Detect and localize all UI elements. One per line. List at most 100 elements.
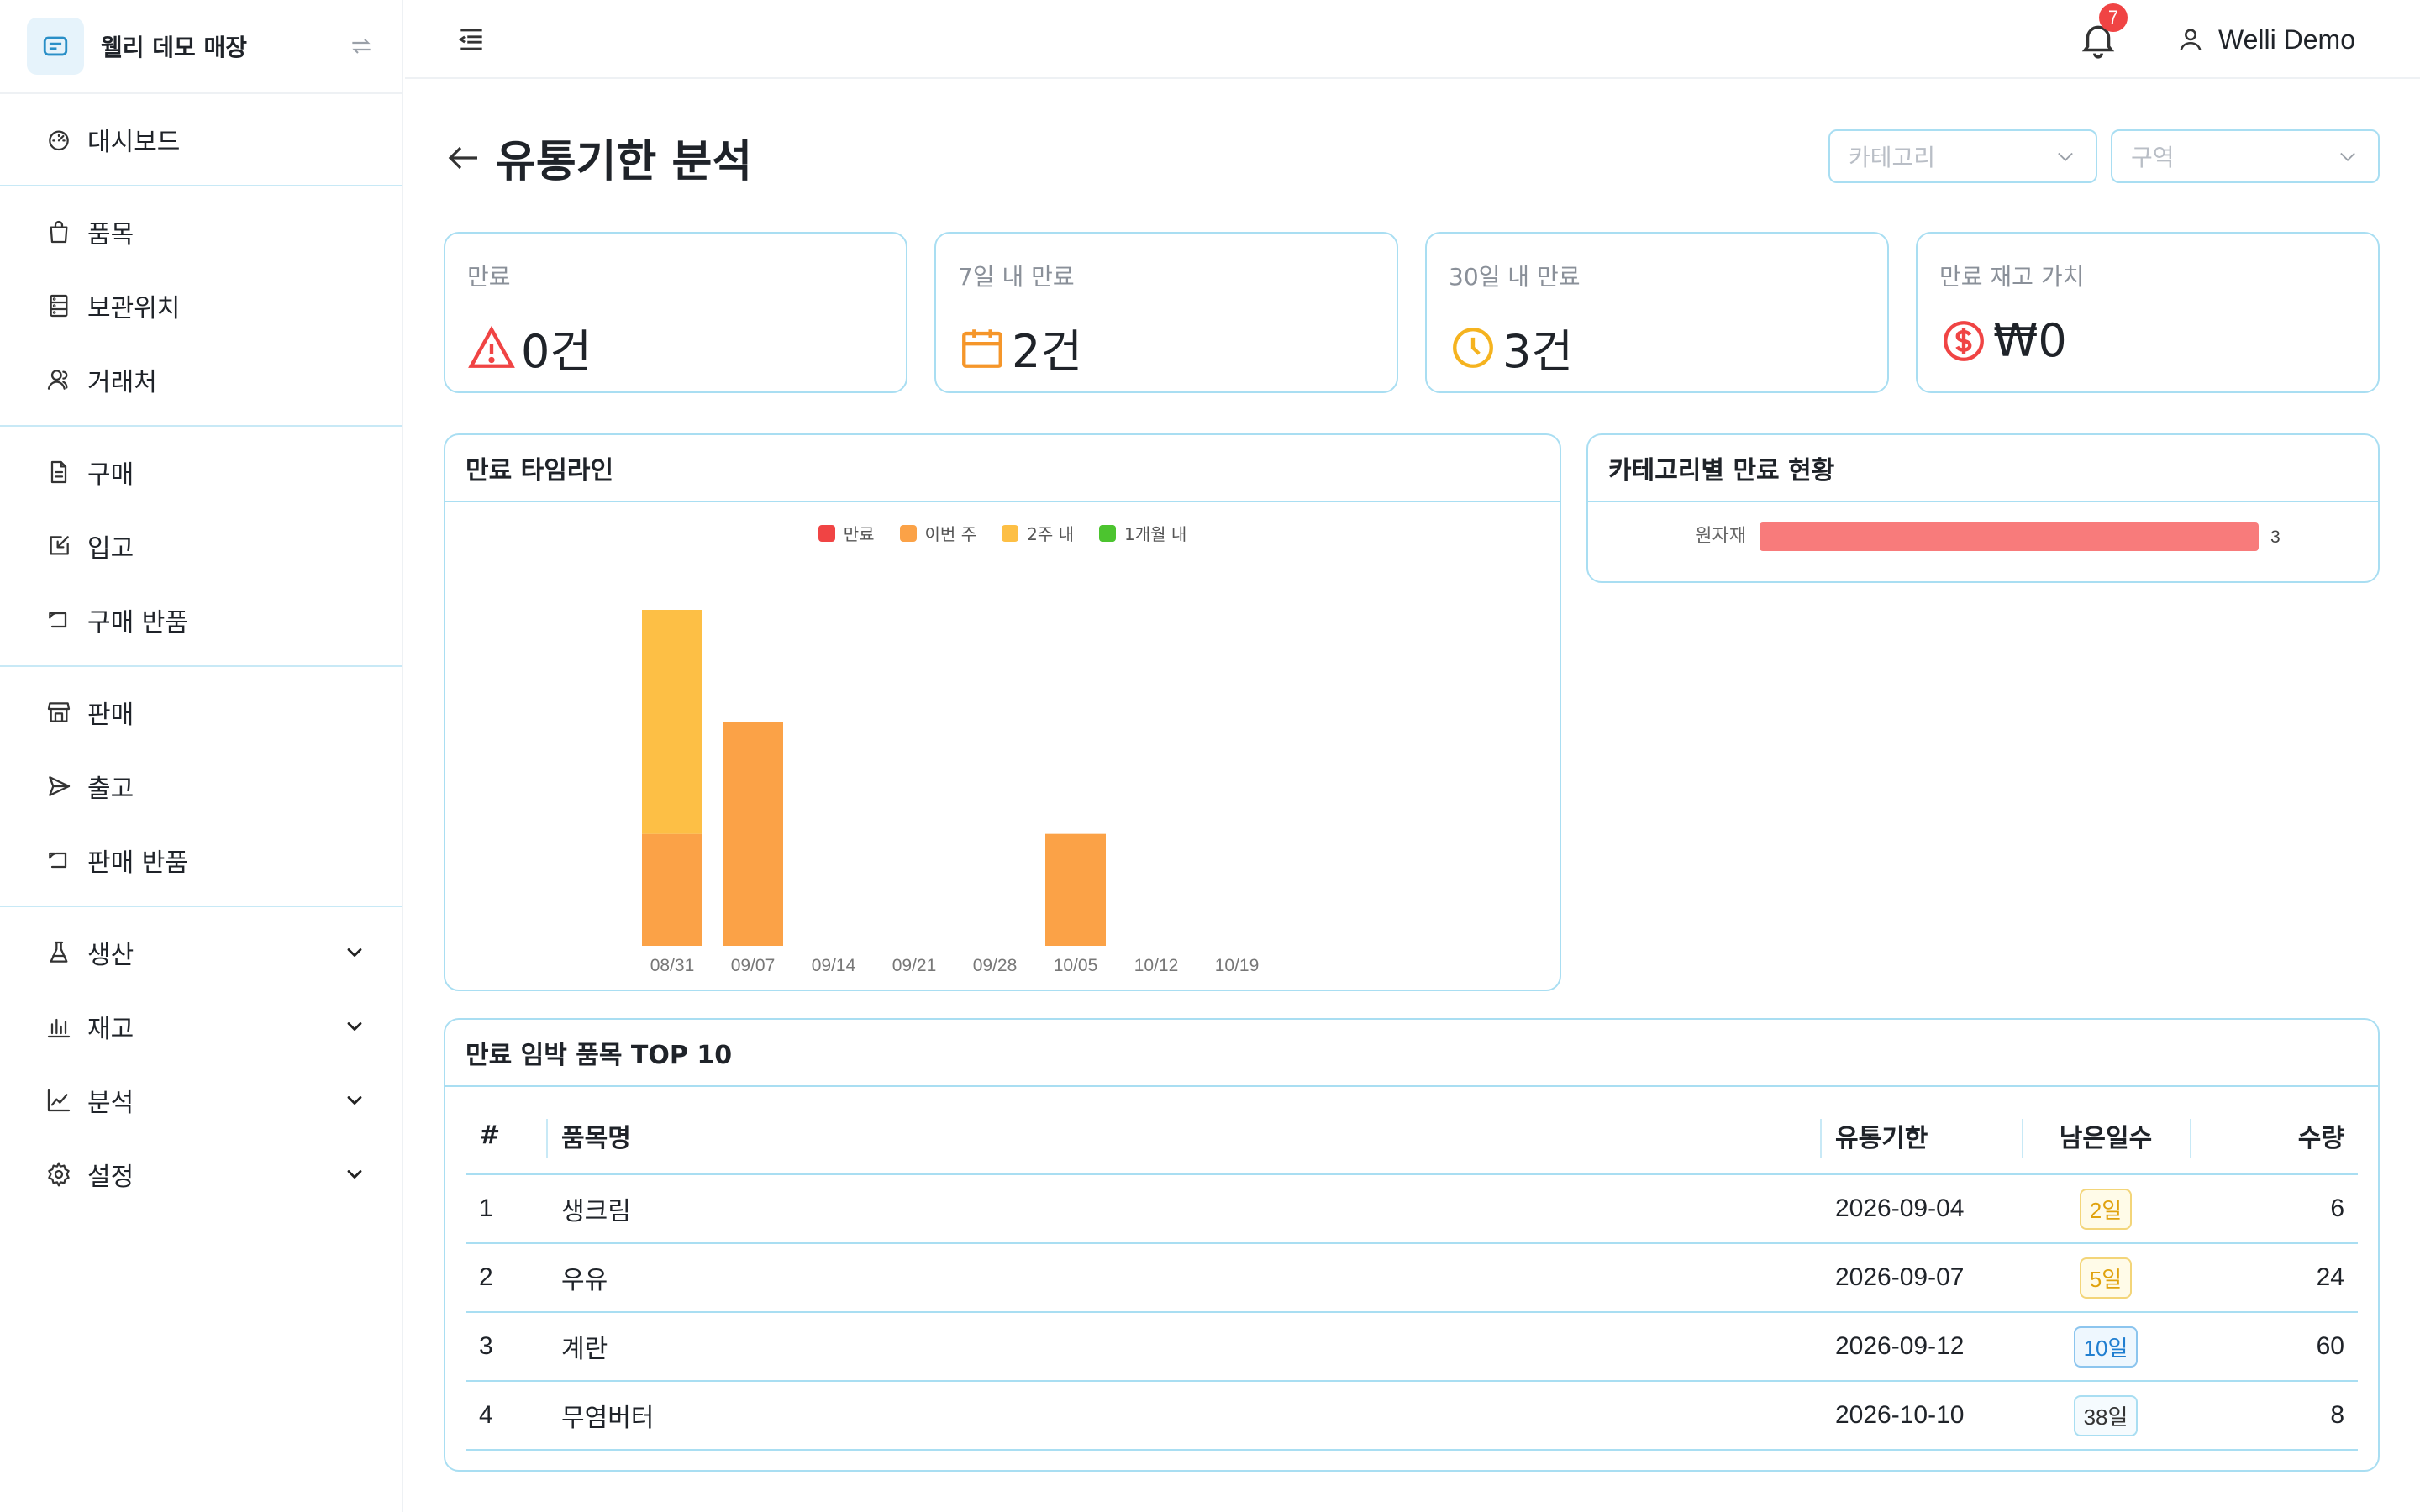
x-tick-label: 08/31 [650,956,695,975]
nav-group: 생산 재고분석설정 [0,907,402,1220]
days-left-cell: 5일 [2022,1243,2190,1313]
stat-value: 0건 [521,325,592,378]
sidebar-item-partner[interactable]: 거래처 [0,343,402,417]
notification-badge: 7 [2099,3,2128,32]
timeline-bar[interactable] [642,833,702,946]
sidebar-nav: 대시보드품목보관위치 거래처구매입고구매 반품판매 출고판매 반품생산 재고분석설정 [0,94,402,1220]
column-header-no[interactable]: # [466,1097,546,1175]
sidebar-item-storage[interactable]: 보관위치 [0,269,402,343]
storage-icon [44,291,74,321]
category-label: 원자재 [1695,526,1746,547]
row-number: 1 [466,1174,546,1244]
user-name: Welli Demo [2218,24,2355,55]
top10-panel: 만료 임박 품목 TOP 10 # 품목명 유통기한 남은일수 수량 1 생크림… [444,1018,2380,1472]
return-icon [44,605,74,635]
quantity: 24 [2190,1243,2358,1313]
sidebar-item-label: 대시보드 [87,128,181,157]
document-icon [44,457,74,487]
sidebar-item-inbound[interactable]: 입고 [0,509,402,583]
back-arrow-icon[interactable] [444,138,484,178]
line-chart-icon [44,1085,74,1116]
dashboard-icon [44,124,74,155]
category-bar[interactable] [1760,522,2259,551]
calendar-icon [962,328,1002,368]
return-icon [44,845,74,875]
column-header-name[interactable]: 품목명 [546,1097,1820,1175]
menu-collapse-icon[interactable] [455,24,487,55]
expiry-date: 2026-09-04 [1820,1174,2022,1244]
chevron-down-icon[interactable] [343,941,366,964]
row-number: 2 [466,1243,546,1313]
item-name: 계란 [546,1312,1820,1382]
chevron-down-icon[interactable] [343,1015,366,1038]
top10-table: # 품목명 유통기한 남은일수 수량 1 생크림 2026-09-04 2일 6… [466,1097,2358,1451]
stat-label: 만료 [467,263,511,291]
sidebar-item-label: 품목 [87,220,134,249]
sidebar-item-gear[interactable]: 설정 [0,1137,402,1211]
stat-label: 만료 재고 가치 [1939,263,2085,291]
sidebar-item-label: 입고 [87,534,134,564]
sidebar-item-document[interactable]: 구매 [0,435,402,509]
x-tick-label: 09/07 [731,956,776,975]
user-menu[interactable]: Welli Demo [2176,17,2355,62]
expiry-date: 2026-10-10 [1820,1381,2022,1451]
days-left-cell: 2일 [2022,1174,2190,1244]
timeline-bar[interactable] [642,610,702,834]
bar-chart-icon [44,1011,74,1042]
quantity: 6 [2190,1174,2358,1244]
days-left-badge: 10일 [2073,1326,2139,1368]
quantity: 60 [2190,1312,2358,1382]
sidebar-item-label: 판매 반품 [87,848,188,878]
sidebar-item-store[interactable]: 판매 [0,675,402,749]
chevron-down-icon[interactable] [343,1163,366,1186]
x-tick-label: 09/21 [892,956,937,975]
chevron-down-icon[interactable] [343,1089,366,1112]
timeline-bar[interactable] [723,722,783,946]
days-left-cell: 38일 [2022,1381,2190,1451]
column-header-label: 수량 [2297,1123,2344,1153]
column-header-label: 유통기한 [1835,1123,1928,1153]
stat-card-value: 만료 재고 가치 ₩0 [1916,232,2380,393]
quantity: 8 [2190,1381,2358,1451]
table-row[interactable]: 4 무염버터 2026-10-10 38일 8 [466,1381,2358,1451]
table-row[interactable]: 2 우유 2026-09-07 5일 24 [466,1243,2358,1313]
sidebar-item-line-chart[interactable]: 분석 [0,1063,402,1137]
clock-icon [1453,327,1493,368]
sidebar-item-dashboard[interactable]: 대시보드 [0,102,402,176]
sidebar-item-return[interactable]: 판매 반품 [0,823,402,897]
expiry-date: 2026-09-07 [1820,1243,2022,1313]
sidebar-item-return[interactable]: 구매 반품 [0,583,402,657]
days-left-cell: 10일 [2022,1312,2190,1382]
table-row[interactable]: 3 계란 2026-09-12 10일 60 [466,1312,2358,1382]
sidebar-item-send[interactable]: 출고 [0,749,402,823]
sidebar-item-bag[interactable]: 품목 [0,195,402,269]
table-row[interactable]: 1 생크림 2026-09-04 2일 6 [466,1174,2358,1244]
expiry-timeline-chart: 08/31 09/07 09/14 09/21 09/28 10/05 10/12 10/19 [642,610,1260,975]
sidebar: 웰리 데모 매장 대시보드 품목 보관위치 거래처 구매 입고 구매 반품 판매 출고 판매 반품… [0,0,403,1512]
notification-button[interactable]: 7 [2077,3,2128,60]
column-header-days[interactable]: 남은일수 [2022,1097,2190,1175]
days-left-badge: 5일 [2079,1257,2133,1299]
timeline-bar[interactable] [1045,833,1106,946]
panel-title: 카테고리별 만료 현황 [1588,435,2378,502]
sidebar-item-bar-chart[interactable]: 재고 [0,990,402,1063]
column-header-date[interactable]: 유통기한 [1820,1097,2022,1175]
column-header-qty[interactable]: 수량 [2190,1097,2358,1175]
nav-group: 판매 출고판매 반품 [0,667,402,907]
sidebar-item-flask[interactable]: 생산 [0,916,402,990]
switch-store-icon[interactable] [348,33,375,60]
page-header: 유통기한 분석 [444,126,752,189]
category-select[interactable]: 카테고리 [1828,129,2097,183]
x-tick-label: 10/19 [1215,956,1260,975]
item-name: 생크림 [546,1174,1820,1244]
stat-card-expired: 만료 0건 [444,232,908,393]
x-tick-label: 09/28 [973,956,1018,975]
zone-select[interactable]: 구역 [2111,129,2380,183]
sidebar-item-label: 설정 [87,1163,134,1192]
sidebar-item-label: 구매 반품 [87,608,188,638]
days-left-badge: 38일 [2073,1394,2139,1436]
expiry-timeline-panel: 만료 타임라인 만료 이번 주 2주 내 1개월 내 08/31 09/07 09/14 0… [444,433,1561,991]
chevron-down-icon [2058,152,2073,161]
nav-group: 대시보드 [0,94,402,186]
sidebar-item-label: 분석 [87,1089,134,1118]
